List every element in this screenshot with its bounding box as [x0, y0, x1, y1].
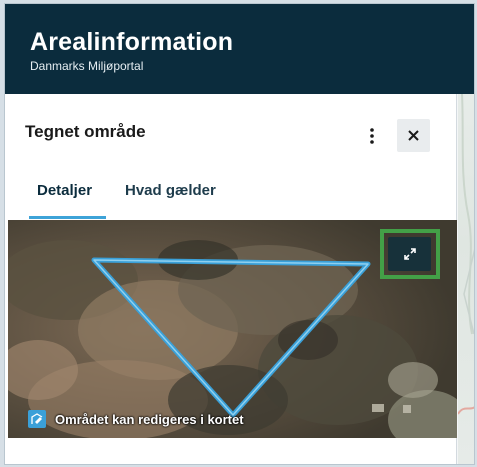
app-subtitle: Danmarks Miljøportal: [30, 59, 144, 73]
tab-details[interactable]: Detaljer: [37, 176, 92, 216]
tab-what-applies[interactable]: Hvad gælder: [125, 176, 216, 216]
active-tab-indicator: [29, 216, 106, 219]
expand-button[interactable]: [388, 237, 431, 271]
tab-bar: Detaljer Hvad gælder: [29, 176, 439, 220]
edit-note-text: Området kan redigeres i kortet: [55, 411, 244, 427]
app-title: Arealinformation: [30, 28, 234, 56]
more-vertical-icon: [370, 128, 374, 144]
area-thumbnail: Området kan redigeres i kortet: [8, 220, 457, 438]
more-options-button[interactable]: [362, 124, 382, 148]
close-button[interactable]: [397, 119, 430, 152]
edit-note: Området kan redigeres i kortet: [28, 410, 244, 428]
close-icon: [408, 130, 419, 141]
drawn-area-panel: Tegnet område Detaljer Hvad gælder Områd…: [5, 94, 457, 464]
expand-icon: [403, 248, 416, 260]
app-header: Arealinformation Danmarks Miljøportal: [5, 4, 474, 94]
panel-title: Tegnet område: [25, 122, 146, 141]
edit-polygon-icon: [28, 410, 46, 428]
map-view[interactable]: [458, 94, 474, 464]
app-window: Arealinformation Danmarks Miljøportal Te…: [4, 3, 475, 465]
